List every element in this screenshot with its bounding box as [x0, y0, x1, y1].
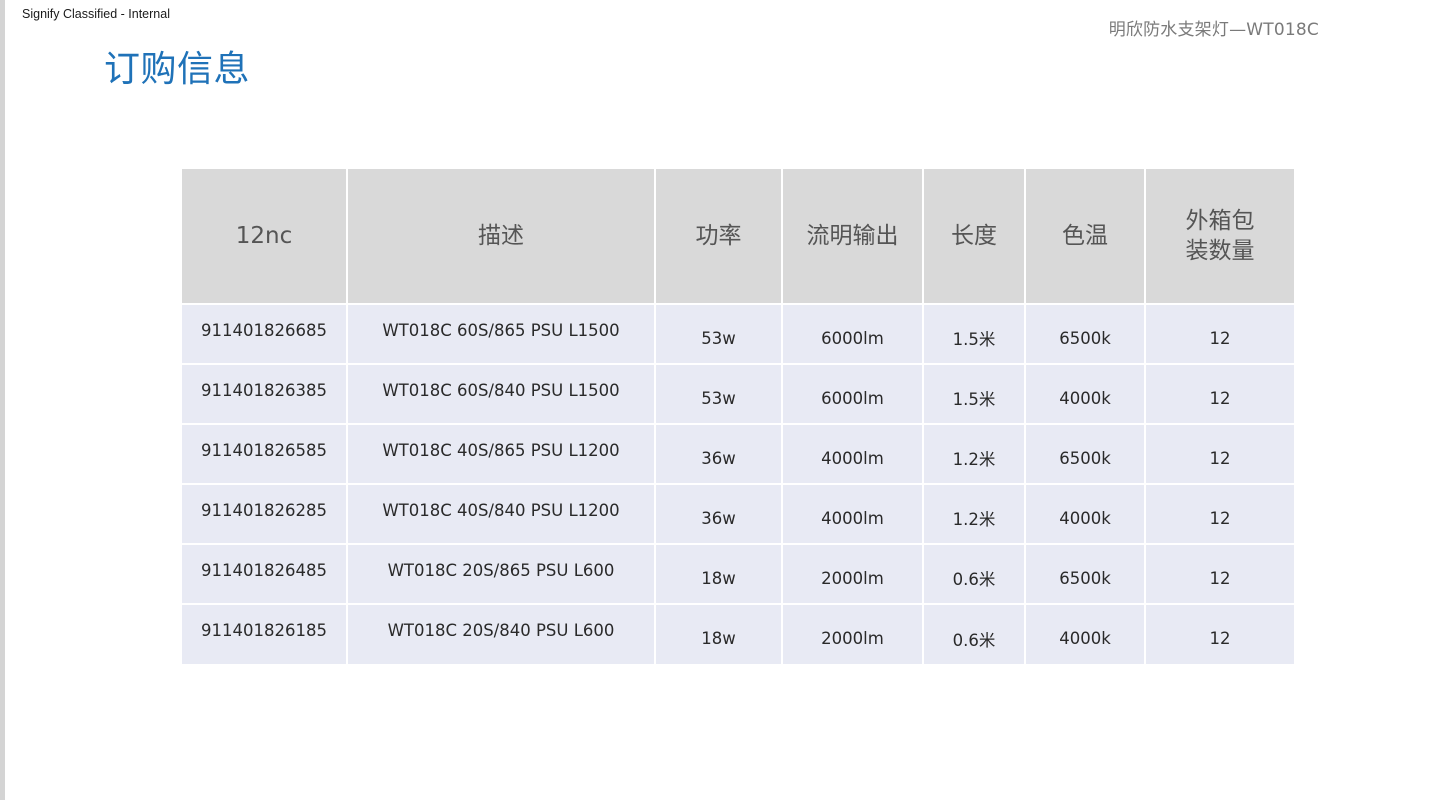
- cell-lumen: 2000lm: [782, 544, 924, 605]
- cell-color-temperature: 4000k: [1025, 364, 1146, 425]
- cell-lumen: 2000lm: [782, 604, 924, 664]
- cell-12nc: 911401826585: [182, 424, 348, 485]
- cell-color-temperature: 6500k: [1025, 544, 1146, 605]
- cell-12nc: 911401826685: [182, 304, 348, 365]
- column-header-carton-quantity: 外箱包 装数量: [1145, 169, 1294, 305]
- cell-carton-quantity: 12: [1145, 604, 1294, 664]
- column-header-lumen-output: 流明输出: [782, 169, 924, 305]
- cell-description: WT018C 20S/840 PSU L600: [347, 604, 656, 664]
- ordering-info-table: 12nc 描述 功率 流明输出 长度 色温 外箱包 装数量 9114018266…: [182, 169, 1294, 664]
- table-row: 911401826285 WT018C 40S/840 PSU L1200 36…: [182, 484, 1294, 545]
- cell-power: 53w: [655, 304, 783, 365]
- column-header-power: 功率: [655, 169, 783, 305]
- cell-color-temperature: 4000k: [1025, 484, 1146, 545]
- cell-description: WT018C 40S/840 PSU L1200: [347, 484, 656, 545]
- cell-description: WT018C 60S/865 PSU L1500: [347, 304, 656, 365]
- cell-length: 1.2米: [923, 484, 1026, 545]
- page-title: 订购信息: [104, 49, 251, 90]
- cell-carton-quantity: 12: [1145, 484, 1294, 545]
- column-header-color-temperature: 色温: [1025, 169, 1146, 305]
- table-row: 911401826385 WT018C 60S/840 PSU L1500 53…: [182, 364, 1294, 425]
- cell-length: 1.2米: [923, 424, 1026, 485]
- column-header-12nc: 12nc: [182, 169, 348, 305]
- left-edge-rule: [0, 0, 5, 800]
- cell-lumen: 4000lm: [782, 424, 924, 485]
- cell-description: WT018C 60S/840 PSU L1500: [347, 364, 656, 425]
- cell-carton-quantity: 12: [1145, 544, 1294, 605]
- cell-power: 53w: [655, 364, 783, 425]
- classification-label: Signify Classified - Internal: [22, 7, 170, 21]
- cell-lumen: 6000lm: [782, 364, 924, 425]
- cell-lumen: 4000lm: [782, 484, 924, 545]
- cell-color-temperature: 6500k: [1025, 304, 1146, 365]
- cell-color-temperature: 4000k: [1025, 604, 1146, 664]
- cell-12nc: 911401826385: [182, 364, 348, 425]
- cell-carton-quantity: 12: [1145, 304, 1294, 365]
- cell-carton-quantity: 12: [1145, 364, 1294, 425]
- table-header-row: 12nc 描述 功率 流明输出 长度 色温 外箱包 装数量: [182, 169, 1294, 305]
- cell-description: WT018C 20S/865 PSU L600: [347, 544, 656, 605]
- cell-12nc: 911401826185: [182, 604, 348, 664]
- column-header-length: 长度: [923, 169, 1026, 305]
- cell-length: 0.6米: [923, 544, 1026, 605]
- cell-12nc: 911401826485: [182, 544, 348, 605]
- column-header-carton-quantity-line1: 外箱包: [1185, 208, 1255, 234]
- cell-length: 0.6米: [923, 604, 1026, 664]
- cell-lumen: 6000lm: [782, 304, 924, 365]
- cell-description: WT018C 40S/865 PSU L1200: [347, 424, 656, 485]
- cell-12nc: 911401826285: [182, 484, 348, 545]
- table-row: 911401826685 WT018C 60S/865 PSU L1500 53…: [182, 304, 1294, 365]
- column-header-carton-quantity-line2: 装数量: [1185, 238, 1255, 264]
- cell-carton-quantity: 12: [1145, 424, 1294, 485]
- table-row: 911401826185 WT018C 20S/840 PSU L600 18w…: [182, 604, 1294, 664]
- table-row: 911401826585 WT018C 40S/865 PSU L1200 36…: [182, 424, 1294, 485]
- cell-length: 1.5米: [923, 364, 1026, 425]
- column-header-description: 描述: [347, 169, 656, 305]
- product-code-label: 明欣防水支架灯—WT018C: [1108, 20, 1319, 40]
- table-row: 911401826485 WT018C 20S/865 PSU L600 18w…: [182, 544, 1294, 605]
- cell-power: 18w: [655, 544, 783, 605]
- cell-power: 18w: [655, 604, 783, 664]
- cell-length: 1.5米: [923, 304, 1026, 365]
- cell-power: 36w: [655, 424, 783, 485]
- cell-color-temperature: 6500k: [1025, 424, 1146, 485]
- cell-power: 36w: [655, 484, 783, 545]
